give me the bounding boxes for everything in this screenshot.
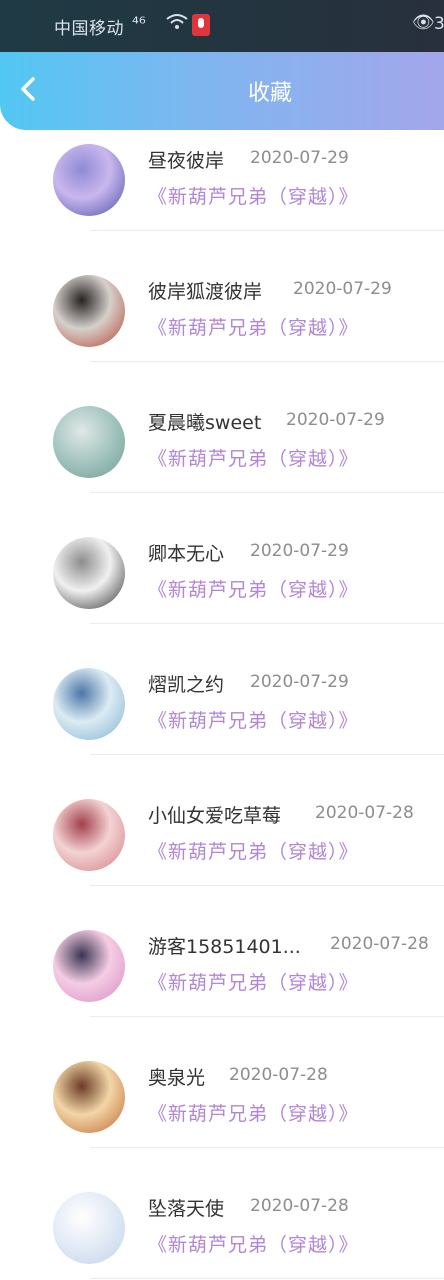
avatar[interactable] bbox=[53, 668, 125, 740]
book-title-link[interactable]: 《新葫芦兄弟（穿越）》 bbox=[148, 1230, 359, 1257]
carrier-label: 中国移动 bbox=[54, 19, 124, 39]
list-item[interactable]: 奥泉光 2020-07-28 《新葫芦兄弟（穿越）》 bbox=[0, 1017, 444, 1148]
signal-icon: ⁴⁶ bbox=[132, 14, 146, 34]
avatar[interactable] bbox=[53, 930, 125, 1002]
list-item[interactable]: 昼夜彼岸 2020-07-29 《新葫芦兄弟（穿越）》 bbox=[0, 100, 444, 231]
list-item[interactable]: 小仙女爱吃草莓 2020-07-28 《新葫芦兄弟（穿越）》 bbox=[0, 755, 444, 886]
book-title-link[interactable]: 《新葫芦兄弟（穿越）》 bbox=[148, 1099, 359, 1126]
favorite-date: 2020-07-28 bbox=[250, 1196, 349, 1216]
list-item[interactable]: 熠凯之约 2020-07-29 《新葫芦兄弟（穿越）》 bbox=[0, 624, 444, 755]
list-item[interactable]: 夏晨曦sweet 2020-07-29 《新葫芦兄弟（穿越）》 bbox=[0, 362, 444, 493]
avatar[interactable] bbox=[53, 537, 125, 609]
microphone-icon bbox=[192, 14, 210, 36]
book-title-link[interactable]: 《新葫芦兄弟（穿越）》 bbox=[148, 837, 359, 864]
user-name: 熠凯之约 bbox=[148, 674, 225, 696]
list-item[interactable]: 卿本无心 2020-07-29 《新葫芦兄弟（穿越）》 bbox=[0, 493, 444, 624]
favorite-date: 2020-07-29 bbox=[293, 279, 392, 299]
eye-icon: 👁 bbox=[412, 12, 435, 33]
favorite-date: 2020-07-29 bbox=[250, 541, 349, 561]
user-name: 卿本无心 bbox=[148, 543, 225, 565]
list-item[interactable]: 坠落天使 2020-07-28 《新葫芦兄弟（穿越）》 bbox=[0, 1148, 444, 1279]
favorite-date: 2020-07-28 bbox=[330, 934, 429, 954]
user-name: 昼夜彼岸 bbox=[148, 150, 225, 172]
book-title-link[interactable]: 《新葫芦兄弟（穿越）》 bbox=[148, 968, 359, 995]
divider bbox=[90, 1278, 444, 1279]
avatar[interactable] bbox=[53, 406, 125, 478]
user-name: 坠落天使 bbox=[148, 1198, 225, 1220]
user-name: 夏晨曦sweet bbox=[148, 412, 262, 434]
user-name: 小仙女爱吃草莓 bbox=[148, 805, 282, 827]
favorite-date: 2020-07-29 bbox=[250, 148, 349, 168]
favorite-date: 2020-07-28 bbox=[315, 803, 414, 823]
avatar[interactable] bbox=[53, 275, 125, 347]
avatar[interactable] bbox=[53, 1192, 125, 1264]
avatar[interactable] bbox=[53, 1061, 125, 1133]
status-bar: 中国移动 ⁴⁶ 👁 3 bbox=[0, 0, 444, 52]
list-item[interactable]: 彼岸狐渡彼岸 2020-07-29 《新葫芦兄弟（穿越）》 bbox=[0, 231, 444, 362]
list-item[interactable]: 游客15851401... 2020-07-28 《新葫芦兄弟（穿越）》 bbox=[0, 886, 444, 1017]
favorite-date: 2020-07-28 bbox=[229, 1065, 328, 1085]
book-title-link[interactable]: 《新葫芦兄弟（穿越）》 bbox=[148, 444, 359, 471]
user-name: 彼岸狐渡彼岸 bbox=[148, 281, 263, 303]
book-title-link[interactable]: 《新葫芦兄弟（穿越）》 bbox=[148, 575, 359, 602]
avatar[interactable] bbox=[53, 144, 125, 216]
status-right-text: 3 bbox=[434, 14, 444, 34]
avatar[interactable] bbox=[53, 799, 125, 871]
wifi-icon bbox=[166, 14, 188, 29]
user-name: 游客15851401... bbox=[148, 936, 301, 958]
book-title-link[interactable]: 《新葫芦兄弟（穿越）》 bbox=[148, 182, 359, 209]
favorite-date: 2020-07-29 bbox=[250, 672, 349, 692]
favorite-date: 2020-07-29 bbox=[286, 410, 385, 430]
user-name: 奥泉光 bbox=[148, 1067, 206, 1089]
book-title-link[interactable]: 《新葫芦兄弟（穿越）》 bbox=[148, 313, 359, 340]
book-title-link[interactable]: 《新葫芦兄弟（穿越）》 bbox=[148, 706, 359, 733]
